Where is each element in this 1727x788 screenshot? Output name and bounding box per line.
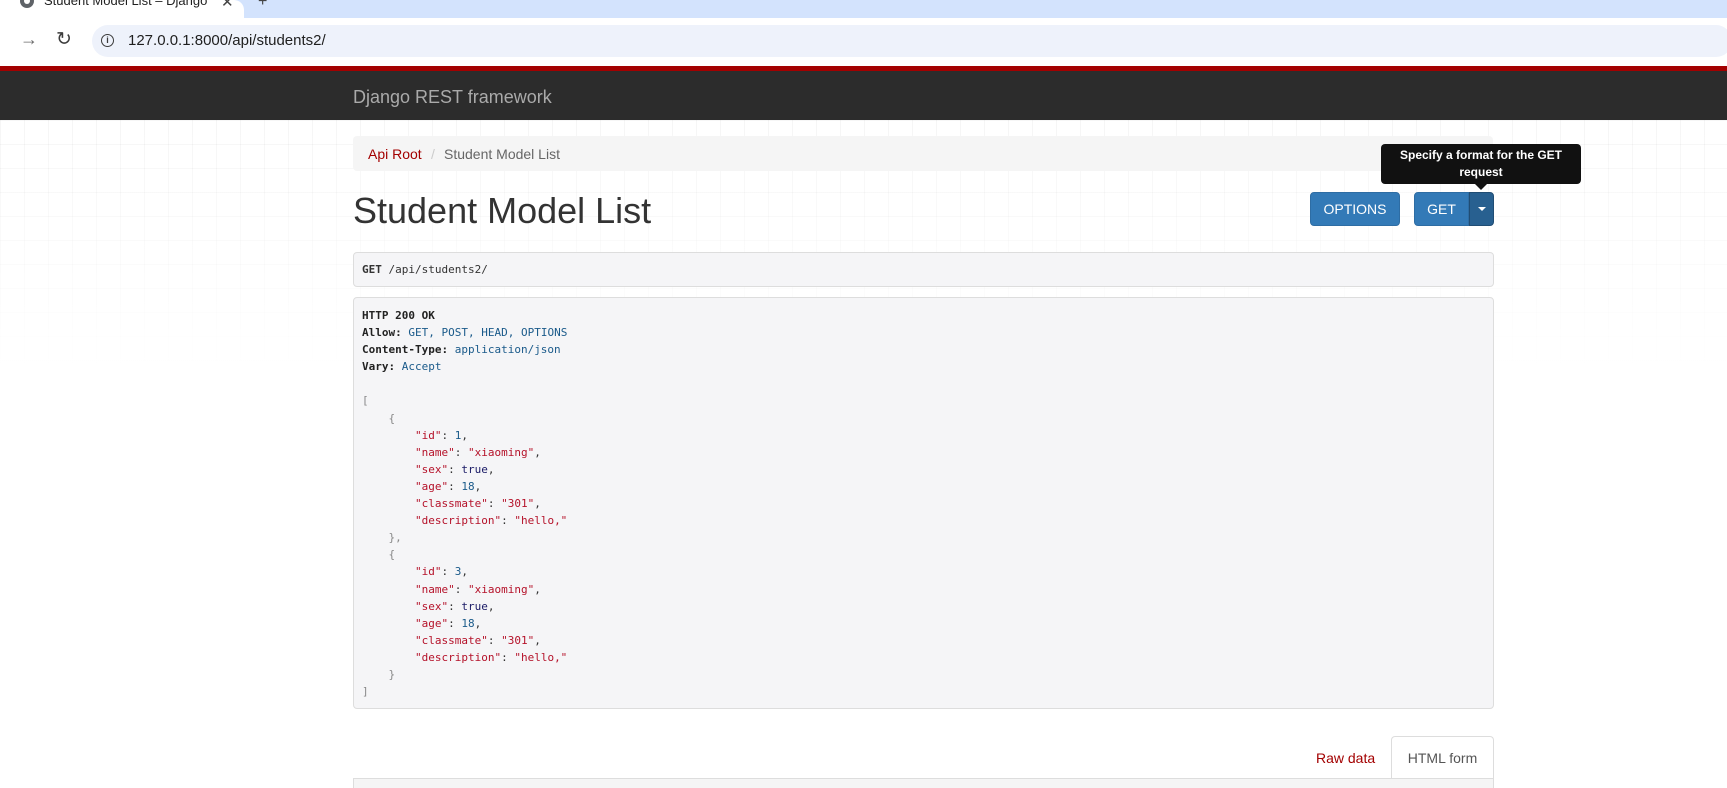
- browser-toolbar: → ↻ i 127.0.0.1:8000/api/students2/: [0, 18, 1727, 66]
- json-value: 18: [461, 479, 475, 493]
- close-tab-icon[interactable]: ✕: [221, 0, 234, 11]
- tab-title: Student Model List – Django REST framewo…: [44, 0, 210, 8]
- tooltip-line-2: request: [1459, 165, 1503, 179]
- tab-html-form[interactable]: HTML form: [1391, 736, 1494, 780]
- brand-link[interactable]: Django REST framework: [353, 87, 552, 108]
- json-key: "id": [414, 428, 442, 442]
- browser-tab-strip: Student Model List – Django REST framewo…: [0, 0, 1727, 18]
- header-value: Accept: [401, 360, 442, 374]
- json-value: true: [461, 599, 488, 613]
- site-info-icon[interactable]: i: [101, 34, 114, 47]
- request-method: GET: [362, 263, 382, 276]
- json-key: "classmate": [414, 633, 488, 647]
- new-tab-icon[interactable]: +: [258, 0, 267, 11]
- breadcrumb-api-root[interactable]: Api Root: [368, 146, 422, 162]
- caret-down-icon: [1478, 207, 1486, 211]
- json-value: "301": [501, 633, 535, 647]
- tooltip-arrow: [1475, 184, 1487, 190]
- options-button[interactable]: OPTIONS: [1310, 192, 1400, 226]
- breadcrumb-separator: /: [431, 146, 435, 162]
- json-key: "age": [414, 616, 449, 630]
- json-value: "xiaoming": [467, 445, 535, 459]
- json-value: "hello,": [514, 514, 568, 528]
- tooltip-line-1: Specify a format for the GET: [1399, 148, 1563, 162]
- json-key: "sex": [414, 599, 449, 613]
- json-value: "hello,": [514, 650, 568, 664]
- browser-tab[interactable]: Student Model List – Django REST framewo…: [0, 0, 244, 18]
- json-value: 3: [454, 565, 462, 579]
- get-format-dropdown-button[interactable]: [1469, 192, 1494, 226]
- response-info: HTTP 200 OK Allow: GET, POST, HEAD, OPTI…: [353, 297, 1494, 709]
- json-value: 1: [454, 428, 462, 442]
- request-info: GET /api/students2/: [353, 252, 1494, 287]
- breadcrumb: Api Root / Student Model List: [353, 136, 1493, 171]
- format-tooltip: Specify a format for the GET request: [1381, 144, 1581, 184]
- json-key: "age": [414, 479, 449, 493]
- page-title: Student Model List: [353, 190, 652, 231]
- url-text[interactable]: 127.0.0.1:8000/api/students2/: [128, 32, 326, 49]
- header-value: GET, POST, HEAD, OPTIONS: [408, 326, 568, 340]
- json-value: "301": [501, 497, 535, 511]
- json-key: "id": [414, 565, 442, 579]
- get-button[interactable]: GET: [1414, 192, 1469, 226]
- globe-icon: [20, 0, 34, 8]
- json-value: 18: [461, 616, 475, 630]
- json-value: "xiaoming": [467, 582, 535, 596]
- tab-raw-data[interactable]: Raw data: [1316, 750, 1375, 766]
- response-body: HTTP 200 OK Allow: GET, POST, HEAD, OPTI…: [362, 309, 568, 699]
- response-status: HTTP 200 OK: [362, 309, 435, 322]
- json-key: "classmate": [414, 497, 488, 511]
- header-value: application/json: [454, 343, 561, 357]
- json-key: "description": [414, 514, 502, 528]
- header-name: Allow:: [362, 326, 402, 340]
- address-bar[interactable]: i 127.0.0.1:8000/api/students2/: [92, 25, 1727, 57]
- drf-navbar: Django REST framework: [0, 66, 1727, 120]
- header-name: Content-Type:: [362, 343, 449, 357]
- header-name: Vary:: [362, 360, 396, 374]
- reload-icon[interactable]: ↻: [56, 28, 72, 51]
- json-key: "name": [414, 582, 455, 596]
- breadcrumb-current: Student Model List: [444, 146, 560, 162]
- json-value: true: [461, 462, 488, 476]
- json-key: "description": [414, 650, 502, 664]
- json-key: "name": [414, 445, 455, 459]
- form-panel: [353, 778, 1494, 788]
- json-key: "sex": [414, 462, 449, 476]
- request-line: GET /api/students2/: [362, 263, 488, 276]
- request-path: /api/students2/: [388, 263, 488, 276]
- forward-icon[interactable]: →: [20, 29, 38, 50]
